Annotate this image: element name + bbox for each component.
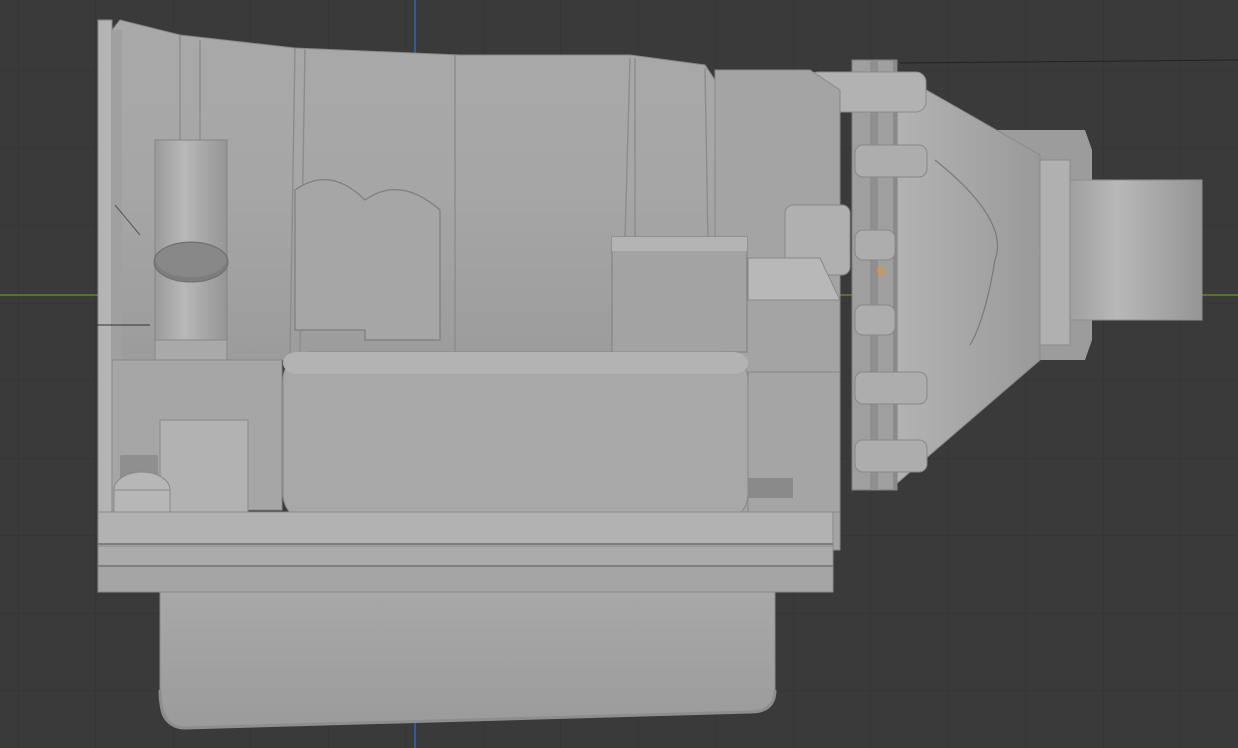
valve-cover[interactable] [282,351,749,523]
vertical-cylinder[interactable] [153,139,229,341]
bell-housing-lip [97,19,113,591]
oil-pan[interactable] [159,591,776,729]
3d-viewport[interactable] [0,0,1238,748]
pan-flange [97,511,834,593]
viewport-canvas[interactable] [0,0,1238,748]
valve-body-cover [294,179,441,341]
